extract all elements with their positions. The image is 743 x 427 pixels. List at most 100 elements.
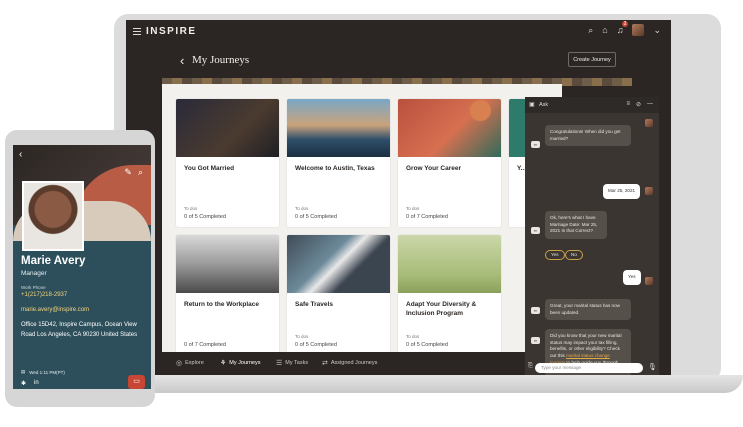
profile-actions: ✎ ⌕ (124, 167, 143, 178)
card-status: 0 of 7 Completed (184, 342, 226, 348)
chat-panel: ▣ Ask ≡ ⊘ — ▪▪ Congratulations! When did… (525, 97, 659, 375)
search-icon[interactable]: ⌕ (588, 25, 593, 36)
marketing-stage: INSPIRE ⌕ ⌂ ♫ 2 ⌄ ‹ My Journeys Create Jo… (0, 0, 743, 427)
assigned-icon: ⇄ (322, 360, 328, 367)
user-avatar[interactable] (632, 24, 645, 36)
journey-card[interactable]: You Got Married To dos 0 of 5 Completed (176, 99, 279, 227)
card-title: Return to the Workplace (184, 301, 260, 308)
time-text: Wed 1:11 PM(PT) (29, 369, 65, 375)
nav-my-journeys[interactable]: ⚘ My Journeys (220, 359, 260, 367)
card-status: 0 of 5 Completed (295, 214, 337, 220)
nav-label: My Tasks (285, 360, 309, 366)
journey-grid: You Got Married To dos 0 of 5 Completed … (162, 84, 569, 355)
card-image (398, 235, 501, 293)
slack-icon[interactable]: ✱ (21, 380, 26, 387)
compass-icon: ◎ (176, 360, 183, 367)
card-image (287, 99, 390, 157)
no-button[interactable]: No (565, 250, 583, 260)
work-phone-link[interactable]: +1(217)218-2937 (21, 292, 67, 298)
back-icon[interactable]: ‹ (19, 149, 22, 160)
user-message: Mar 25, 2021 (603, 184, 641, 199)
social-links: ✱ in (21, 380, 39, 387)
nav-label: My Journeys (229, 360, 261, 366)
user-avatar (645, 277, 653, 285)
card-status: 0 of 5 Completed (184, 214, 226, 220)
minimize-icon[interactable]: — (647, 101, 653, 108)
nav-label: Explore (185, 360, 204, 366)
card-image (287, 235, 390, 293)
bot-message: Congratulations! When did you get marrie… (545, 125, 631, 147)
flag-icon: ▤ (21, 369, 26, 374)
nav-label: Assigned Journeys (330, 360, 378, 366)
card-title: Safe Travels (295, 301, 333, 308)
create-journey-button[interactable]: Create Journey (568, 52, 616, 67)
attach-icon[interactable]: ⎘ (528, 363, 533, 370)
chat-title: Ask (539, 102, 549, 108)
menu-icon[interactable] (133, 28, 141, 35)
journey-card[interactable]: Safe Travels To dos 0 of 5 Completed (287, 235, 390, 355)
user-avatar (645, 187, 653, 195)
chat-message-input[interactable]: Type your message (535, 363, 643, 373)
top-actions: ⌕ ⌂ ♫ 2 ⌄ (588, 21, 661, 36)
notification-badge: 2 (621, 21, 629, 27)
card-todo-label: To dos (406, 206, 420, 211)
laptop-base (92, 375, 743, 393)
card-title: Adapt Your Diversity & Inclusion Program (406, 301, 477, 317)
card-title: Grow Your Career (406, 165, 462, 172)
chevron-down-icon[interactable]: ⌄ (653, 25, 661, 36)
chatbot-icon: ▪▪ (531, 227, 540, 234)
tasks-icon: ☰ (276, 360, 283, 367)
chat-icon[interactable]: ▭ (128, 375, 145, 389)
email-link[interactable]: marie.avery@inspire.com (21, 307, 89, 313)
card-status: 0 of 7 Completed (406, 214, 448, 220)
journey-card[interactable]: Return to the Workplace 0 of 7 Completed (176, 235, 279, 355)
nav-my-tasks[interactable]: ☰ My Tasks (276, 359, 308, 367)
card-image (398, 99, 501, 157)
card-status: 0 of 5 Completed (406, 342, 448, 348)
nav-explore[interactable]: ◎ Explore (176, 359, 204, 367)
chat-header-actions: ≡ ⊘ — (626, 101, 653, 108)
card-image (176, 99, 279, 157)
nav-assigned-journeys[interactable]: ⇄ Assigned Journeys (322, 359, 377, 367)
office-address: Office 15D42, Inspire Campus, Ocean View… (21, 322, 138, 338)
phone-screen: ‹ ✎ ⌕ Marie Avery Manager Work Phone +1(… (13, 145, 151, 389)
microphone-icon[interactable]: 🎙 (648, 363, 657, 371)
top-bar: INSPIRE ⌕ ⌂ ♫ 2 ⌄ (126, 20, 671, 44)
work-phone-label: Work Phone (21, 285, 46, 290)
card-title: Welcome to Austin, Texas (295, 165, 375, 172)
card-todo-label: To dos (406, 334, 420, 339)
card-title: You Got Married (184, 165, 235, 172)
chatbot-icon: ▣ (529, 102, 535, 108)
page-title: My Journeys (192, 54, 250, 66)
profile-photo (22, 181, 84, 251)
card-image (176, 235, 279, 293)
home-icon[interactable]: ⌂ (602, 25, 607, 35)
profile-name: Marie Avery (21, 255, 86, 267)
back-icon[interactable]: ‹ (180, 53, 184, 68)
bot-message: Ok, here's what I have Marriage Date: Ma… (545, 211, 607, 239)
card-todo-label: To dos (184, 206, 198, 211)
linkedin-icon[interactable]: in (34, 380, 39, 387)
laptop-screen: INSPIRE ⌕ ⌂ ♫ 2 ⌄ ‹ My Journeys Create Jo… (126, 20, 671, 375)
mute-icon[interactable]: ⊘ (636, 101, 641, 108)
brand-logo: INSPIRE (146, 26, 197, 37)
bot-message: Great, your marital status has now been … (545, 299, 631, 321)
card-todo-label: To dos (295, 334, 309, 339)
edit-icon[interactable]: ✎ (124, 167, 132, 178)
user-avatar (645, 119, 653, 127)
journey-card[interactable]: Adapt Your Diversity & Inclusion Program… (398, 235, 501, 355)
journey-card[interactable]: Welcome to Austin, Texas To dos 0 of 5 C… (287, 99, 390, 227)
bell-icon[interactable]: ♫ 2 (617, 21, 629, 35)
profile-role: Manager (21, 270, 47, 277)
user-message: Yes (623, 270, 641, 285)
chatbot-icon: ▪▪ (531, 337, 540, 344)
journey-card[interactable]: Grow Your Career To dos 0 of 7 Completed (398, 99, 501, 227)
yes-button[interactable]: Yes (545, 250, 565, 260)
card-status: 0 of 5 Completed (295, 342, 337, 348)
journey-icon: ⚘ (220, 360, 227, 367)
chat-header: ▣ Ask ≡ ⊘ — (525, 97, 659, 113)
search-icon[interactable]: ⌕ (138, 167, 143, 178)
menu-lines-icon[interactable]: ≡ (626, 101, 630, 108)
local-time: ▤ Wed 1:11 PM(PT) (21, 369, 65, 375)
chatbot-icon: ▪▪ (531, 307, 540, 314)
